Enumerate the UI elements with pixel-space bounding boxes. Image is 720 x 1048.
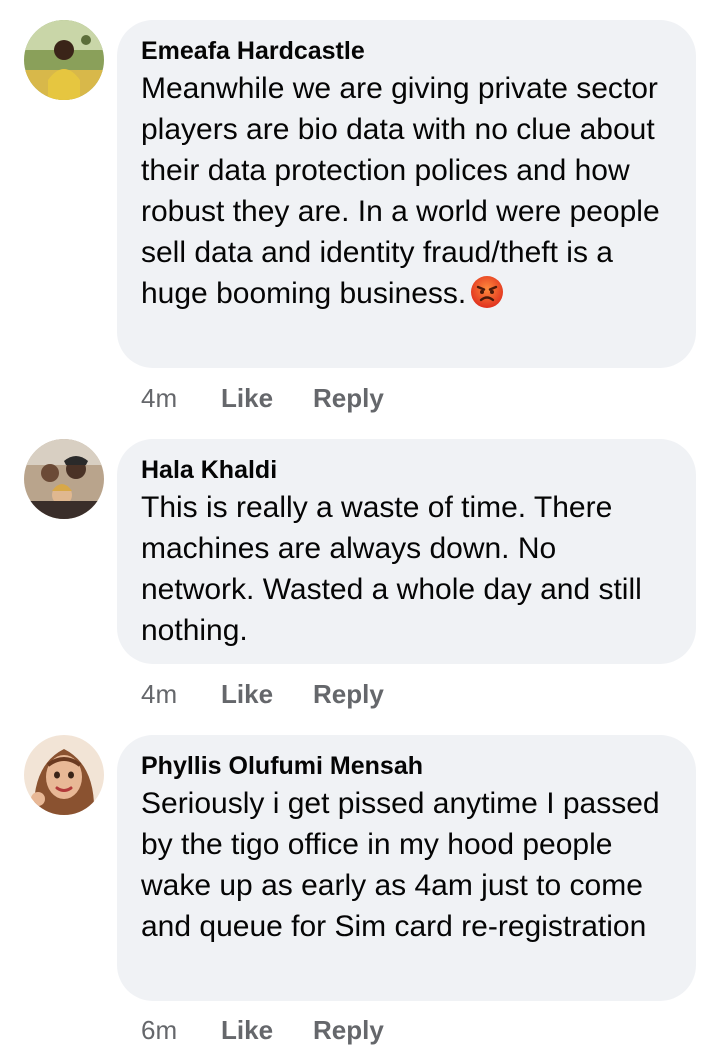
comment-timestamp[interactable]: 4m (141, 679, 221, 710)
avatar-photo-icon (24, 20, 104, 100)
like-button[interactable]: Like (221, 1015, 313, 1046)
comment-bubble: Emeafa Hardcastle Meanwhile we are givin… (117, 20, 696, 368)
reply-button[interactable]: Reply (313, 1015, 384, 1046)
comment-timestamp[interactable]: 6m (141, 1015, 221, 1046)
avatar[interactable] (24, 20, 104, 100)
comment-body: This is really a waste of time. There ma… (141, 491, 642, 647)
angry-face-icon (470, 275, 504, 309)
reply-button[interactable]: Reply (313, 383, 384, 414)
like-button[interactable]: Like (221, 383, 313, 414)
comment-actions: 4m Like Reply (141, 380, 384, 416)
comment-actions: 4m Like Reply (141, 676, 384, 712)
comment-author[interactable]: Phyllis Olufumi Mensah (141, 751, 672, 781)
comment-author[interactable]: Emeafa Hardcastle (141, 36, 672, 66)
like-button[interactable]: Like (221, 679, 313, 710)
avatar-cartoon-icon (24, 735, 104, 815)
reply-button[interactable]: Reply (313, 679, 384, 710)
comment-timestamp[interactable]: 4m (141, 383, 221, 414)
comment-body: Seriously i get pissed anytime I passed … (141, 787, 660, 943)
avatar[interactable] (24, 735, 104, 815)
comment-body: Meanwhile we are giving private sector p… (141, 72, 660, 310)
avatar-photo-icon (24, 439, 104, 519)
comment-author[interactable]: Hala Khaldi (141, 455, 672, 485)
comment-bubble: Phyllis Olufumi Mensah Seriously i get p… (117, 735, 696, 1001)
comment-text: Meanwhile we are giving private sector p… (141, 68, 672, 314)
comment-bubble: Hala Khaldi This is really a waste of ti… (117, 439, 696, 664)
avatar[interactable] (24, 439, 104, 519)
